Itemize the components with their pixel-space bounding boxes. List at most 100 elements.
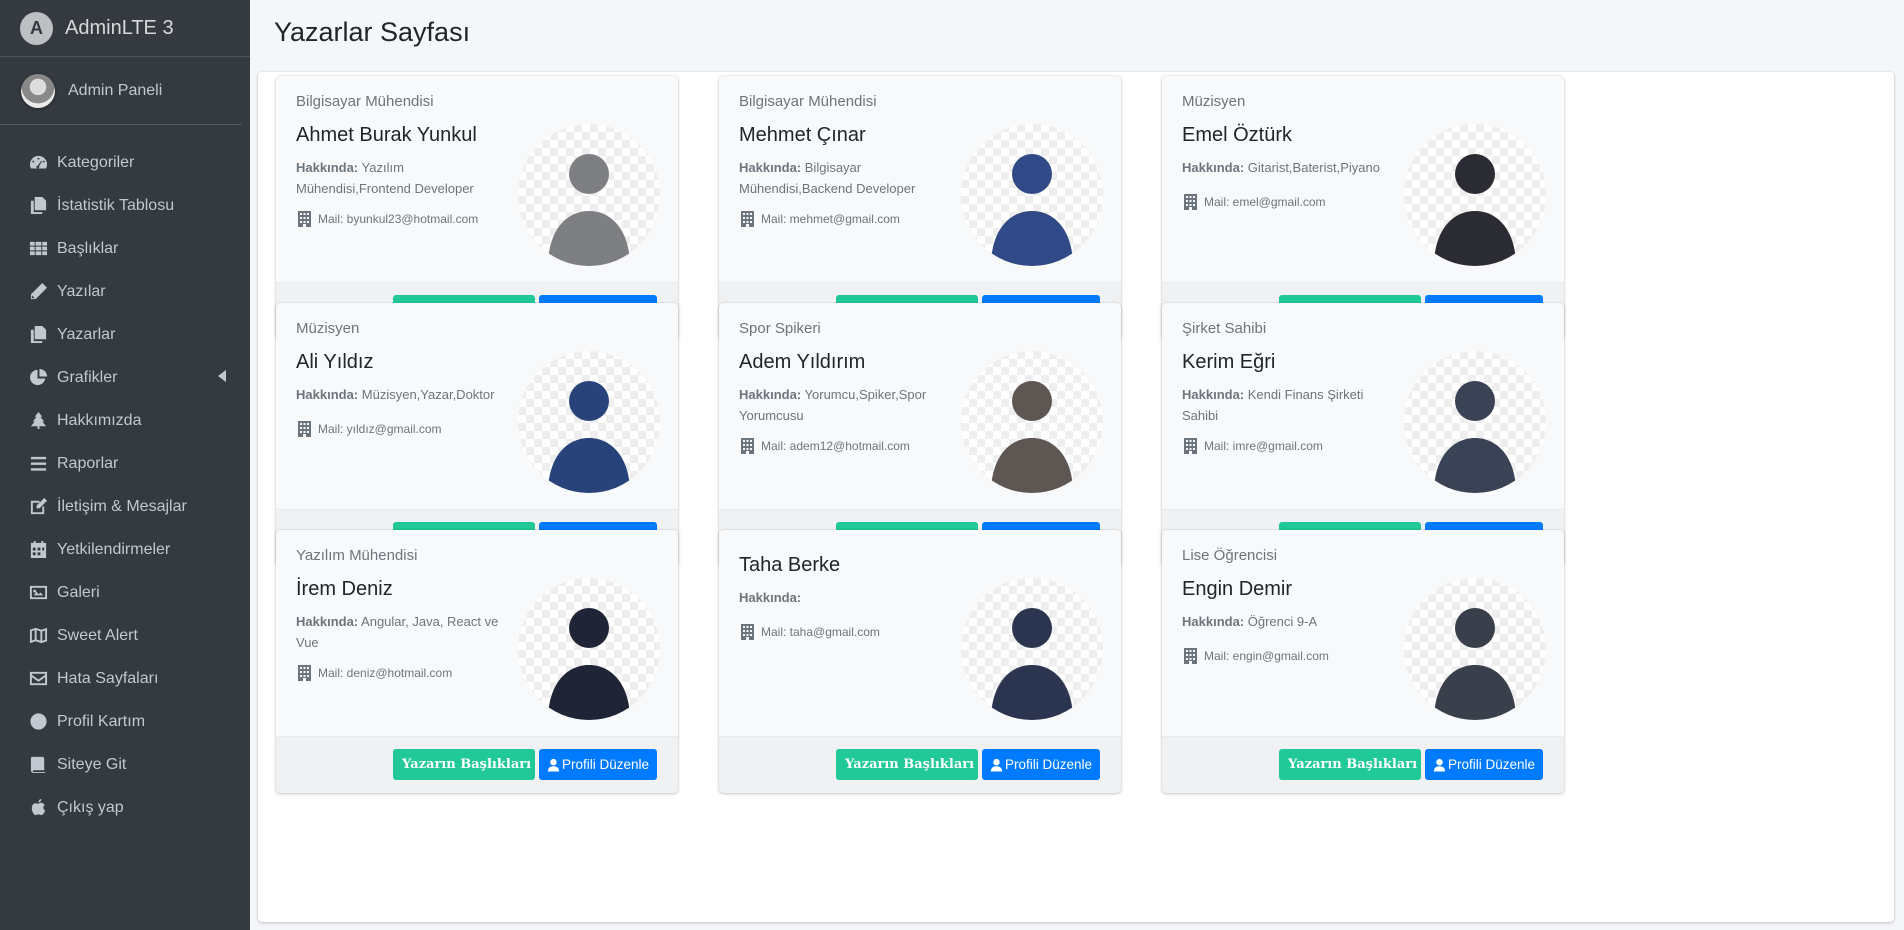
about-label: Hakkında: [1182, 387, 1245, 402]
user-panel[interactable]: Admin Paneli [0, 57, 242, 125]
author-profession: Yazılım Mühendisi [296, 547, 418, 564]
building-icon [1184, 648, 1197, 664]
author-name: Engin Demir [1182, 578, 1293, 600]
author-titles-label: Yazarın Başlıkları [402, 757, 532, 772]
about-value: Müzisyen,Yazar,Doktor [361, 387, 495, 402]
author-name: İrem Deniz [296, 578, 393, 600]
brand-name: AdminLTE 3 [65, 16, 174, 39]
edit-profile-label: Profili Düzenle [1447, 757, 1535, 772]
sidebar-item-label: Yazarlar [57, 325, 116, 343]
authors-card: Bilgisayar Mühendisi Ahmet Burak Yunkul … [258, 72, 1894, 922]
tree-icon [26, 411, 50, 431]
sidebar-item-grafikler[interactable]: Grafikler [0, 356, 250, 399]
chevron-left-icon [218, 370, 226, 382]
author-profession: Bilgisayar Mühendisi [296, 93, 434, 110]
sidebar-item-label: Profil Kartım [57, 712, 146, 730]
sidebar-item-kategoriler[interactable]: Kategoriler [0, 141, 250, 184]
copy-icon [26, 196, 50, 216]
author-titles-button[interactable]: Yazarın Başlıkları [1279, 749, 1421, 780]
author-profession: Spor Spikeri [739, 320, 821, 337]
sidebar-item-yazarlar[interactable]: Yazarlar [0, 313, 250, 356]
building-icon [298, 665, 311, 681]
author-mail-text: Mail: imre@gmail.com [1204, 439, 1323, 453]
about-label: Hakkında: [739, 160, 802, 175]
sidebar-item-hakkimizda[interactable]: Hakkımızda [0, 399, 250, 442]
about-label: Hakkında: [296, 160, 359, 175]
author-card: Yazılım Mühendisi İrem Deniz Hakkında: A… [276, 530, 678, 793]
list-icon [26, 454, 50, 474]
author-photo [518, 351, 660, 493]
about-label: Hakkında: [1182, 614, 1245, 629]
author-mail: Mail: adem12@hotmail.com [741, 438, 910, 454]
author-profession: Müzisyen [296, 320, 360, 337]
author-mail-text: Mail: adem12@hotmail.com [761, 439, 910, 453]
building-icon [298, 211, 311, 227]
sidebar-item-profil-kartim[interactable]: Profil Kartım [0, 700, 250, 743]
author-card: Bilgisayar Mühendisi Ahmet Burak Yunkul … [276, 76, 678, 339]
pencil-icon [26, 282, 50, 302]
author-photo [1404, 578, 1546, 720]
sidebar-item-cikis-yap[interactable]: Çıkış yap [0, 786, 250, 829]
page-title: Yazarlar Sayfası [274, 17, 471, 47]
author-card: Taha Berke Hakkında: Mail: taha@gmail.co… [719, 530, 1121, 793]
author-mail-text: Mail: taha@gmail.com [761, 625, 880, 639]
author-profession: Müzisyen [1182, 93, 1246, 110]
sidebar-item-galeri[interactable]: Galeri [0, 571, 250, 614]
edit-profile-button[interactable]: Profili Düzenle [539, 749, 657, 780]
sidebar-item-basliklar[interactable]: Başlıklar [0, 227, 250, 270]
author-titles-button[interactable]: Yazarın Başlıkları [836, 749, 978, 780]
sidebar-item-label: Siteye Git [57, 755, 127, 773]
building-icon [741, 438, 754, 454]
about-label: Hakkında: [1182, 160, 1245, 175]
sidebar-item-iletisim[interactable]: İletişim & Mesajlar [0, 485, 250, 528]
author-mail: Mail: emel@gmail.com [1184, 194, 1326, 210]
sidebar-item-yazilar[interactable]: Yazılar [0, 270, 250, 313]
author-photo [518, 578, 660, 720]
author-mail: Mail: imre@gmail.com [1184, 438, 1323, 454]
sidebar-nav: Kategoriler İstatistik Tablosu Başlıklar… [0, 125, 250, 829]
user-name: Admin Paneli [68, 81, 163, 99]
author-name: Ali Yıldız [296, 351, 374, 373]
author-mail: Mail: yıldız@gmail.com [298, 421, 442, 437]
building-icon [741, 624, 754, 640]
edit-profile-button[interactable]: Profili Düzenle [982, 749, 1100, 780]
author-mail-text: Mail: emel@gmail.com [1204, 195, 1326, 209]
edit-profile-label: Profili Düzenle [561, 757, 649, 772]
author-photo [961, 351, 1103, 493]
author-profession: Lise Öğrencisi [1182, 547, 1278, 564]
sidebar-item-label: Grafikler [57, 368, 118, 386]
sidebar-item-istatistik[interactable]: İstatistik Tablosu [0, 184, 250, 227]
sidebar: A AdminLTE 3 Admin Paneli Kategoriler İs… [0, 0, 250, 930]
edit-profile-button[interactable]: Profili Düzenle [1425, 749, 1543, 780]
author-mail: Mail: taha@gmail.com [741, 624, 880, 640]
author-photo [961, 124, 1103, 266]
brand-logo: A [20, 11, 53, 45]
about-label: Hakkında: [296, 614, 359, 629]
author-titles-button[interactable]: Yazarın Başlıkları [393, 749, 535, 780]
author-about: Hakkında: Yazılım Mühendisi,Frontend Dev… [296, 157, 501, 199]
sidebar-item-label: Galeri [57, 583, 100, 601]
author-name: Mehmet Çınar [739, 124, 866, 146]
avatar [21, 73, 55, 108]
apple-icon [26, 798, 50, 818]
edit-icon [26, 497, 50, 517]
author-mail: Mail: engin@gmail.com [1184, 648, 1329, 664]
author-about: Hakkında: Kendi Finans Şirketi Sahibi [1182, 384, 1387, 426]
sidebar-item-label: Sweet Alert [57, 626, 138, 644]
brand-link[interactable]: A AdminLTE 3 [0, 0, 250, 57]
sidebar-item-siteye-git[interactable]: Siteye Git [0, 743, 250, 786]
about-value: Gitarist,Baterist,Piyano [1247, 160, 1380, 175]
copy-icon [26, 325, 50, 345]
author-photo [1404, 351, 1546, 493]
author-mail-text: Mail: yıldız@gmail.com [318, 422, 442, 436]
sidebar-item-sweet-alert[interactable]: Sweet Alert [0, 614, 250, 657]
author-profession: Bilgisayar Mühendisi [739, 93, 877, 110]
author-name: Kerim Eğri [1182, 351, 1276, 373]
building-icon [741, 211, 754, 227]
sidebar-item-raporlar[interactable]: Raporlar [0, 442, 250, 485]
sidebar-item-yetkilendirmeler[interactable]: Yetkilendirmeler [0, 528, 250, 571]
sidebar-item-label: Hata Sayfaları [57, 669, 159, 687]
author-mail: Mail: mehmet@gmail.com [741, 211, 900, 227]
sidebar-item-hata-sayfalari[interactable]: Hata Sayfaları [0, 657, 250, 700]
author-profession: Şirket Sahibi [1182, 320, 1267, 337]
